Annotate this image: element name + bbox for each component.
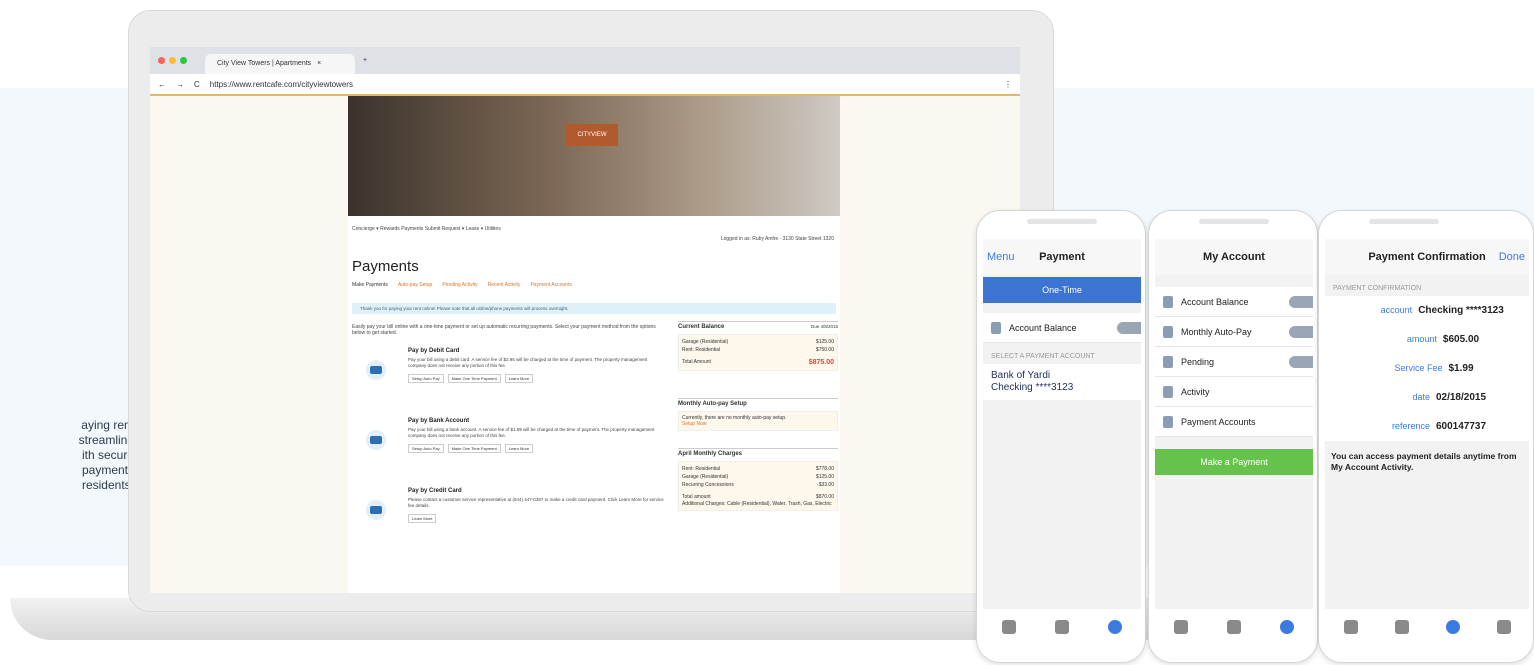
browser-tabbar: City View Towers | Apartments × + [150, 47, 1020, 74]
back-arrow-icon[interactable]: ← [158, 80, 166, 89]
setup-autopay-button[interactable]: Setup Auto Pay [408, 374, 444, 383]
make-payment-button[interactable]: Make a Payment [1155, 449, 1313, 475]
address-bar[interactable]: ← → C https://www.rentcafe.com/cityviewt… [150, 74, 1020, 96]
document-icon [991, 321, 1001, 334]
account-icon[interactable] [1107, 620, 1122, 634]
menu-activity[interactable]: Activity [1155, 377, 1313, 407]
setup-now-link[interactable]: Setup Now [682, 421, 834, 427]
hero-image: CITYVIEW [348, 96, 840, 216]
total-amount: $875.00 [808, 359, 834, 366]
tab-bar [1325, 609, 1529, 645]
payment-tabs: Make Payments Auto-pay Setup Pending Act… [352, 282, 572, 288]
balance-badge [1117, 321, 1141, 334]
account-icon[interactable] [1445, 620, 1460, 634]
pending-icon [1163, 355, 1173, 368]
screen-title: My Account [1203, 251, 1265, 263]
home-icon[interactable] [1174, 620, 1189, 634]
marketing-text: aying rent streamline ith secure payment… [78, 418, 134, 492]
site-nav[interactable]: Concierge ▾ Rewards Payments Submit Requ… [352, 226, 501, 232]
home-icon[interactable] [1343, 620, 1358, 634]
new-tab-button[interactable]: + [363, 57, 367, 64]
one-time-payment-button[interactable]: Make One Time Payment [447, 374, 501, 383]
learn-more-button[interactable]: Learn More [408, 514, 437, 523]
learn-more-button[interactable]: Learn More [504, 444, 534, 453]
product-showcase: aying rent streamline ith secure payment… [0, 0, 1534, 665]
profile-icon[interactable] [1226, 620, 1241, 634]
tab-bar [1155, 609, 1313, 645]
site-logo[interactable]: CITYVIEW [566, 124, 618, 146]
page-title: Payments [352, 258, 419, 275]
debit-card-icon [366, 360, 386, 380]
url-text[interactable]: https://www.rentcafe.com/cityviewtowers [210, 80, 353, 89]
setup-autopay-button[interactable]: Setup Auto Pay [408, 444, 444, 453]
tab-title: City View Towers | Apartments [217, 60, 312, 67]
maintenance-icon[interactable] [1496, 620, 1511, 634]
menu-account-balance[interactable]: Account Balance [1155, 287, 1313, 317]
menu-payment-accounts[interactable]: Payment Accounts [1155, 407, 1313, 437]
accounts-icon [1163, 415, 1173, 428]
maximize-dot-icon[interactable] [180, 57, 187, 64]
account-icon[interactable] [1279, 620, 1294, 634]
tab-recent-activity[interactable]: Recent Activity [488, 282, 521, 288]
bank-icon [366, 430, 386, 450]
bank-account-item[interactable]: Bank of Yardi Checking ****3123 [983, 364, 1141, 400]
reload-icon[interactable]: C [194, 80, 200, 89]
phone-my-account: My Account Account Balance Monthly Auto-… [1148, 210, 1318, 663]
screen-title: Payment [1039, 251, 1085, 263]
calendar-icon [1163, 325, 1173, 338]
menu-pending[interactable]: Pending [1155, 347, 1313, 377]
info-notice: Thank you for paying your rent online! P… [352, 303, 836, 314]
done-button[interactable]: Done [1499, 251, 1525, 263]
credit-card-icon [366, 500, 386, 520]
one-time-payment-button[interactable]: Make One Time Payment [447, 444, 501, 453]
forward-arrow-icon[interactable]: → [176, 80, 184, 89]
phone-payment-confirmation: Payment Confirmation Done PAYMENT CONFIR… [1318, 210, 1534, 663]
learn-more-button[interactable]: Learn More [504, 374, 534, 383]
activity-icon [1163, 385, 1173, 398]
menu-back-button[interactable]: Menu [987, 251, 1015, 263]
tab-close-icon[interactable]: × [317, 60, 321, 68]
confirmation-details: account Checking ****3123 amount $605.00 S… [1325, 296, 1529, 441]
tab-payment-accounts[interactable]: Payment Accounts [530, 282, 571, 288]
logged-in-text: Logged in as: Ruby Amhe · 3130 State Str… [720, 236, 834, 242]
profile-icon[interactable] [1394, 620, 1409, 634]
browser-menu-icon[interactable]: ⋮ [1004, 80, 1012, 89]
tab-bar [983, 609, 1141, 645]
phone-payment: Menu Payment One-Time Account Balance SE… [976, 210, 1146, 663]
rentcafe-page: CITYVIEW Concierge ▾ Rewards Payments Su… [348, 96, 840, 593]
minimize-dot-icon[interactable] [169, 57, 176, 64]
one-time-tab[interactable]: One-Time [983, 277, 1141, 303]
confirmation-note: You can access payment details anytime f… [1331, 451, 1517, 472]
autopay-card: Monthly Auto-pay Setup Currently, there … [678, 398, 838, 431]
browser-window: City View Towers | Apartments × + ← → C … [150, 47, 1020, 593]
tab-pending-activity[interactable]: Pending Activity [442, 282, 477, 288]
profile-icon[interactable] [1054, 620, 1069, 634]
screen-title: Payment Confirmation [1368, 251, 1486, 263]
monthly-charges-card: April Monthly Charges Rent: Residential $… [678, 448, 838, 511]
account-balance-item[interactable]: Account Balance [983, 313, 1141, 343]
document-icon [1163, 295, 1173, 308]
home-icon[interactable] [1002, 620, 1017, 634]
menu-monthly-autopay[interactable]: Monthly Auto-Pay [1155, 317, 1313, 347]
tab-autopay-setup[interactable]: Auto-pay Setup [398, 282, 432, 288]
close-dot-icon[interactable] [158, 57, 165, 64]
current-balance-card: Current Balance Due 4/8/2015 Garage (Resi… [678, 321, 838, 371]
tab-make-payments[interactable]: Make Payments [352, 282, 388, 288]
intro-text: Easily pay your bill online with a one-t… [352, 324, 656, 336]
browser-tab[interactable]: City View Towers | Apartments × [205, 54, 355, 74]
